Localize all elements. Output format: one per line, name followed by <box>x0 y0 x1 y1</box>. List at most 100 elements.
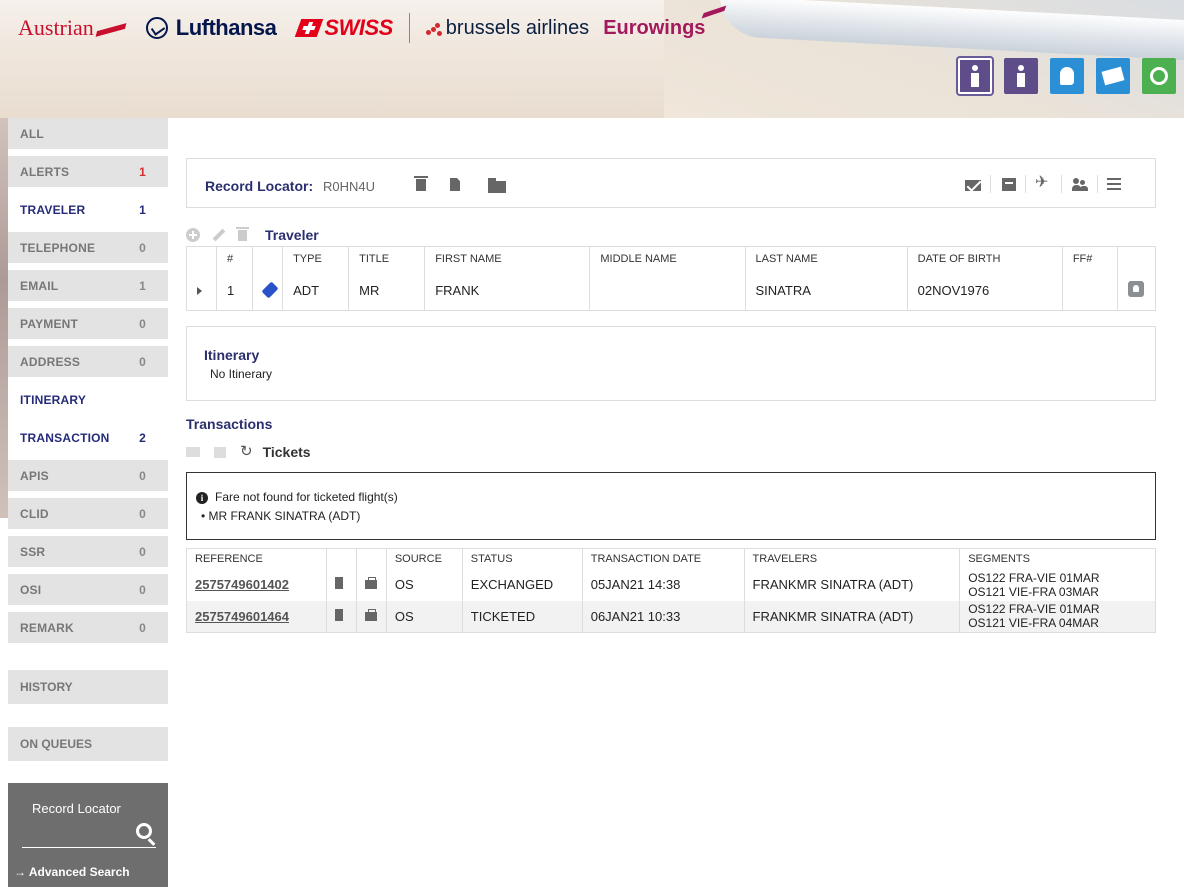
tickets-toolbar: ↻ Tickets <box>186 444 311 460</box>
tag-icon[interactable] <box>261 281 279 299</box>
sidebar-item-transaction[interactable]: TRANSACTION 2 <box>8 422 168 456</box>
advanced-search-link[interactable]: → Advanced Search <box>14 865 130 879</box>
transaction-date: 05JAN21 14:38 <box>581 568 745 601</box>
traveler-middle-name <box>589 270 746 311</box>
search-icon[interactable] <box>136 823 152 839</box>
column-header: MIDDLE NAME <box>589 246 746 271</box>
email-icon[interactable] <box>965 180 981 191</box>
flight-icon[interactable]: ✈ <box>1035 175 1051 191</box>
sidebar-item-traveler[interactable]: TRAVELER 1 <box>8 194 168 228</box>
traveler-title-value: MR <box>348 270 425 311</box>
swiss-flag-icon <box>295 19 324 37</box>
email-icon[interactable] <box>186 447 200 457</box>
sidebar-item-osi[interactable]: OSI 0 <box>8 574 168 608</box>
sidebar-item-email[interactable]: EMAIL 1 <box>8 270 168 304</box>
ticket-icon[interactable] <box>334 577 343 589</box>
transaction-source: OS <box>385 600 463 633</box>
sidebar-item-payment[interactable]: PAYMENT 0 <box>8 308 168 342</box>
eurowings-logo: Eurowings <box>603 4 727 40</box>
column-header: STATUS <box>461 548 583 569</box>
leaf-icon <box>1150 67 1168 85</box>
person-icon <box>1016 65 1026 87</box>
column-header: # <box>216 246 253 271</box>
archive-icon[interactable] <box>1002 178 1016 191</box>
transaction-travelers: FRANKMR SINATRA (ADT) <box>743 568 960 601</box>
segment-line: OS122 FRA-VIE 01MAR <box>968 602 1100 617</box>
itinerary-empty: No Itinerary <box>210 367 273 381</box>
ticket-icon[interactable] <box>334 608 343 621</box>
edit-icon[interactable] <box>212 228 226 242</box>
record-locator-value: R0HN4U <box>323 179 376 194</box>
folder-icon[interactable] <box>488 178 506 193</box>
traveler-dob: 02NOV1976 <box>906 270 1063 311</box>
record-locator-label: Record Locator: <box>205 178 314 194</box>
transaction-date: 06JAN21 10:33 <box>581 600 745 633</box>
record-locator-bar: Record Locator: R0HN4U ✈ <box>186 158 1156 208</box>
traveler-last-name: SINATRA <box>744 270 908 311</box>
swiss-logo: SWISS <box>295 15 393 41</box>
baggage-icon[interactable] <box>364 577 377 589</box>
alert-detail: • MR FRANK SINATRA (ADT) <box>201 509 361 523</box>
sidebar-item-all[interactable]: ALL <box>8 118 168 152</box>
table-header-row: REFERENCE SOURCE STATUS TRANSACTION DATE… <box>187 548 1156 569</box>
sidebar-item-ssr[interactable]: SSR 0 <box>8 536 168 570</box>
sidebar-item-telephone[interactable]: TELEPHONE 0 <box>8 232 168 266</box>
refresh-icon[interactable]: ↻ <box>240 444 253 459</box>
sidebar-history[interactable]: HISTORY <box>8 670 168 704</box>
brussels-airlines-logo: brussels airlines <box>424 17 589 40</box>
transactions-table: REFERENCE SOURCE STATUS TRANSACTION DATE… <box>186 548 1156 633</box>
transaction-source: OS <box>385 568 463 601</box>
document-icon[interactable] <box>450 178 460 191</box>
group-icon[interactable] <box>1072 178 1088 191</box>
agent-profile-button[interactable] <box>1004 58 1038 94</box>
column-header: SEGMENTS <box>959 548 1156 569</box>
traveler-profile-button[interactable] <box>958 58 992 94</box>
austrian-logo: Austrian <box>18 15 127 41</box>
table-row: 2575749601402 OS EXCHANGED 05JAN21 14:38… <box>187 568 1156 601</box>
tickets-button[interactable] <box>1096 58 1130 94</box>
crane-icon <box>145 17 168 39</box>
logo-divider <box>408 13 410 43</box>
side-decoration <box>0 118 8 518</box>
segment-line: OS121 VIE-FRA 03MAR <box>968 584 1099 599</box>
traveler-title: Traveler <box>265 227 319 243</box>
sidebar-item-clid[interactable]: CLID 0 <box>8 498 168 532</box>
archive-icon[interactable] <box>214 446 226 458</box>
sidebar-item-address[interactable]: ADDRESS 0 <box>8 346 168 380</box>
column-header: TITLE <box>348 246 425 271</box>
sidebar: ALL ALERTS 1 TRAVELER 1 TELEPHONE 0 EMAIL 1 … <box>8 118 168 887</box>
column-header: DATE OF BIRTH <box>906 246 1063 271</box>
profile-icon[interactable] <box>1127 280 1144 297</box>
transaction-status: EXCHANGED <box>461 568 583 601</box>
sustainability-button[interactable] <box>1142 58 1176 94</box>
divider <box>1061 175 1062 193</box>
expand-icon[interactable] <box>197 286 202 295</box>
sidebar-on-queues[interactable]: ON QUEUES <box>8 727 168 761</box>
column-header: SOURCE <box>385 548 463 569</box>
sidebar-item-itinerary[interactable]: ITINERARY <box>8 384 168 418</box>
ticket-reference-link[interactable]: 2575749601402 <box>187 569 327 601</box>
column-header: TRANSACTION DATE <box>581 548 745 569</box>
ticket-reference-link[interactable]: 2575749601464 <box>186 600 327 633</box>
table-row[interactable]: 1 ADT MR FRANK SINATRA 02NOV1976 <box>187 270 1156 311</box>
tickets-title: Tickets <box>262 444 311 460</box>
transaction-status: TICKETED <box>461 600 583 633</box>
sidebar-item-apis[interactable]: APIS 0 <box>8 460 168 494</box>
customer-profile-button[interactable] <box>1050 58 1084 94</box>
sidebar-item-remark[interactable]: REMARK 0 <box>8 612 168 646</box>
sidebar-item-alerts[interactable]: ALERTS 1 <box>8 156 168 190</box>
add-icon[interactable] <box>186 228 200 242</box>
transaction-segments: OS122 FRA-VIE 01MAR OS121 VIE-FRA 03MAR <box>959 568 1156 601</box>
transactions-title: Transactions <box>186 416 273 432</box>
baggage-icon[interactable] <box>364 608 377 621</box>
search-input[interactable] <box>22 847 156 848</box>
delete-icon[interactable] <box>236 226 249 241</box>
info-icon: i <box>196 492 208 504</box>
record-locator-search: Record Locator → Advanced Search <box>8 783 168 887</box>
fare-alert: i Fare not found for ticketed flight(s) … <box>186 472 1156 540</box>
traveler-section-header: Traveler <box>186 226 319 244</box>
delete-icon[interactable] <box>414 176 428 191</box>
menu-icon[interactable] <box>1107 178 1121 190</box>
traveler-number: 1 <box>216 270 253 311</box>
transaction-travelers: FRANKMR SINATRA (ADT) <box>743 600 960 633</box>
